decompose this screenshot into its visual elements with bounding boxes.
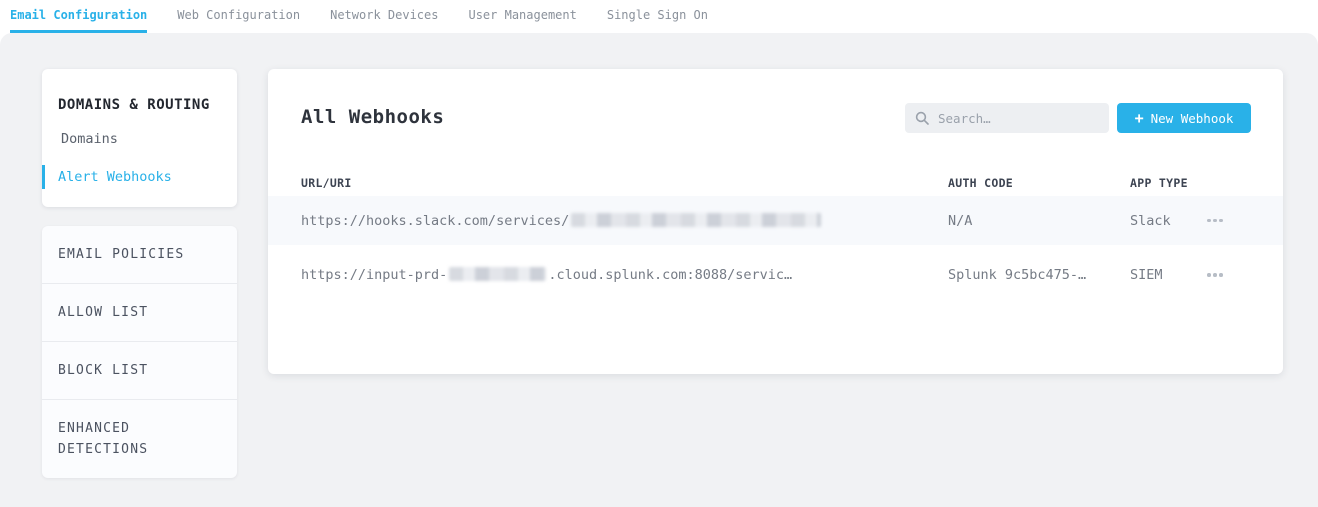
sidebar-sections-card: EMAIL POLICIES ALLOW LIST BLOCK LIST ENH… bbox=[42, 226, 237, 478]
sidebar-domains-routing-card: DOMAINS & ROUTING Domains Alert Webhooks bbox=[42, 69, 237, 207]
tab-email-configuration[interactable]: Email Configuration bbox=[10, 0, 147, 33]
row-actions-menu-icon[interactable] bbox=[1207, 266, 1229, 284]
table-row: https://input-prd- .cloud.splunk.com:8088… bbox=[268, 245, 1283, 305]
search-icon bbox=[915, 111, 929, 125]
sidebar-item-alert-webhooks[interactable]: Alert Webhooks bbox=[42, 165, 237, 189]
workspace-background: DOMAINS & ROUTING Domains Alert Webhooks… bbox=[0, 33, 1318, 507]
new-webhook-button[interactable]: + New Webhook bbox=[1117, 103, 1251, 133]
app-type-cell: SIEM bbox=[1130, 267, 1207, 283]
search-input[interactable] bbox=[938, 111, 1099, 126]
sidebar-item-label: ENHANCED DETECTIONS bbox=[58, 418, 180, 460]
auth-code-cell: N/A bbox=[948, 213, 1130, 229]
url-text: https://input-prd- bbox=[301, 267, 447, 283]
tab-network-devices[interactable]: Network Devices bbox=[330, 0, 438, 33]
redacted-url-segment bbox=[571, 213, 821, 227]
table-header-row: URL/URI AUTH CODE APP TYPE bbox=[268, 170, 1283, 196]
url-text: https://hooks.slack.com/services/ bbox=[301, 213, 569, 229]
table-row: https://hooks.slack.com/services/ N/A Sl… bbox=[268, 196, 1283, 245]
plus-icon: + bbox=[1135, 111, 1144, 126]
app-type-cell: Slack bbox=[1130, 213, 1207, 229]
column-header-url: URL/URI bbox=[301, 176, 948, 190]
column-header-app-type: APP TYPE bbox=[1130, 176, 1207, 190]
redacted-url-segment bbox=[449, 267, 546, 281]
sidebar-section-title: DOMAINS & ROUTING bbox=[42, 85, 237, 113]
tab-web-configuration[interactable]: Web Configuration bbox=[177, 0, 300, 33]
auth-code-cell: Splunk 9c5bc475-… bbox=[948, 267, 1130, 283]
tab-single-sign-on[interactable]: Single Sign On bbox=[607, 0, 708, 33]
sidebar-item-block-list[interactable]: BLOCK LIST bbox=[42, 342, 237, 400]
sidebar-item-allow-list[interactable]: ALLOW LIST bbox=[42, 284, 237, 342]
row-actions-menu-icon[interactable] bbox=[1207, 212, 1229, 230]
webhooks-panel: All Webhooks + New Webhook URL/URI AUTH … bbox=[268, 69, 1283, 374]
webhook-url-cell: https://hooks.slack.com/services/ bbox=[301, 213, 948, 229]
sidebar-item-email-policies[interactable]: EMAIL POLICIES bbox=[42, 226, 237, 284]
webhooks-table: URL/URI AUTH CODE APP TYPE https://hooks… bbox=[268, 170, 1283, 305]
tab-user-management[interactable]: User Management bbox=[468, 0, 576, 33]
webhook-url-cell: https://input-prd- .cloud.splunk.com:8088… bbox=[301, 267, 948, 283]
url-text-suffix: .cloud.splunk.com:8088/servic… bbox=[548, 267, 792, 283]
column-header-auth-code: AUTH CODE bbox=[948, 176, 1130, 190]
sidebar-item-enhanced-detections[interactable]: ENHANCED DETECTIONS bbox=[42, 400, 237, 478]
sidebar-item-domains[interactable]: Domains bbox=[42, 127, 237, 151]
search-box[interactable] bbox=[905, 103, 1109, 133]
top-tab-bar: Email Configuration Web Configuration Ne… bbox=[0, 0, 1318, 33]
page-title: All Webhooks bbox=[301, 106, 444, 128]
new-webhook-label: New Webhook bbox=[1151, 111, 1234, 126]
